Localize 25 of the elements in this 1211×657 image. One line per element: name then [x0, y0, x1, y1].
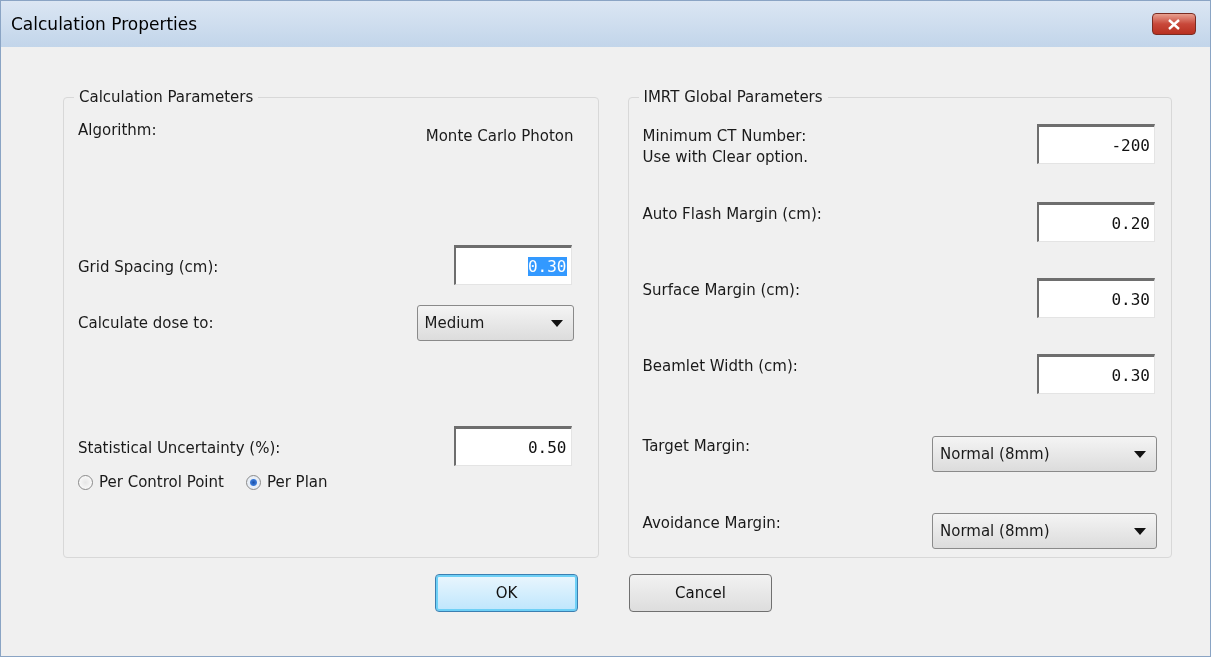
field-label: Statistical Uncertainty (%):: [78, 438, 281, 459]
input-field[interactable]: 0.50: [453, 426, 572, 466]
field-label: Algorithm:: [78, 120, 157, 141]
dropdown[interactable]: Medium: [416, 305, 574, 341]
field-label: Surface Margin (cm):: [642, 280, 801, 301]
input-field[interactable]: 0.20: [1037, 202, 1155, 242]
input-field[interactable]: 0.30: [1037, 278, 1155, 318]
dialog-button[interactable]: OK: [435, 574, 578, 612]
input-field[interactable]: 0.30: [1037, 354, 1155, 394]
input-field[interactable]: -200: [1037, 124, 1155, 164]
field-label: Target Margin:: [642, 436, 750, 457]
field-label: Grid Spacing (cm):: [78, 257, 219, 278]
dropdown[interactable]: Normal (8mm): [932, 513, 1157, 549]
field-note: Use with Clear option.: [642, 147, 809, 168]
field-label: Avoidance Margin:: [642, 513, 781, 534]
dialog-button[interactable]: Cancel: [629, 574, 772, 612]
field-label: Beamlet Width (cm):: [642, 356, 798, 377]
algorithm-value: Monte Carlo Photon: [425, 126, 574, 147]
radio-option[interactable]: Per Plan: [245, 473, 328, 491]
window-title: Calculation Properties: [11, 14, 198, 34]
dropdown[interactable]: Normal (8mm): [932, 436, 1157, 472]
radio-option[interactable]: Per Control Point: [78, 473, 224, 491]
field-label: Auto Flash Margin (cm):: [642, 204, 822, 225]
field-label: Calculate dose to:: [78, 313, 214, 334]
field-label: Minimum CT Number:: [642, 126, 808, 147]
